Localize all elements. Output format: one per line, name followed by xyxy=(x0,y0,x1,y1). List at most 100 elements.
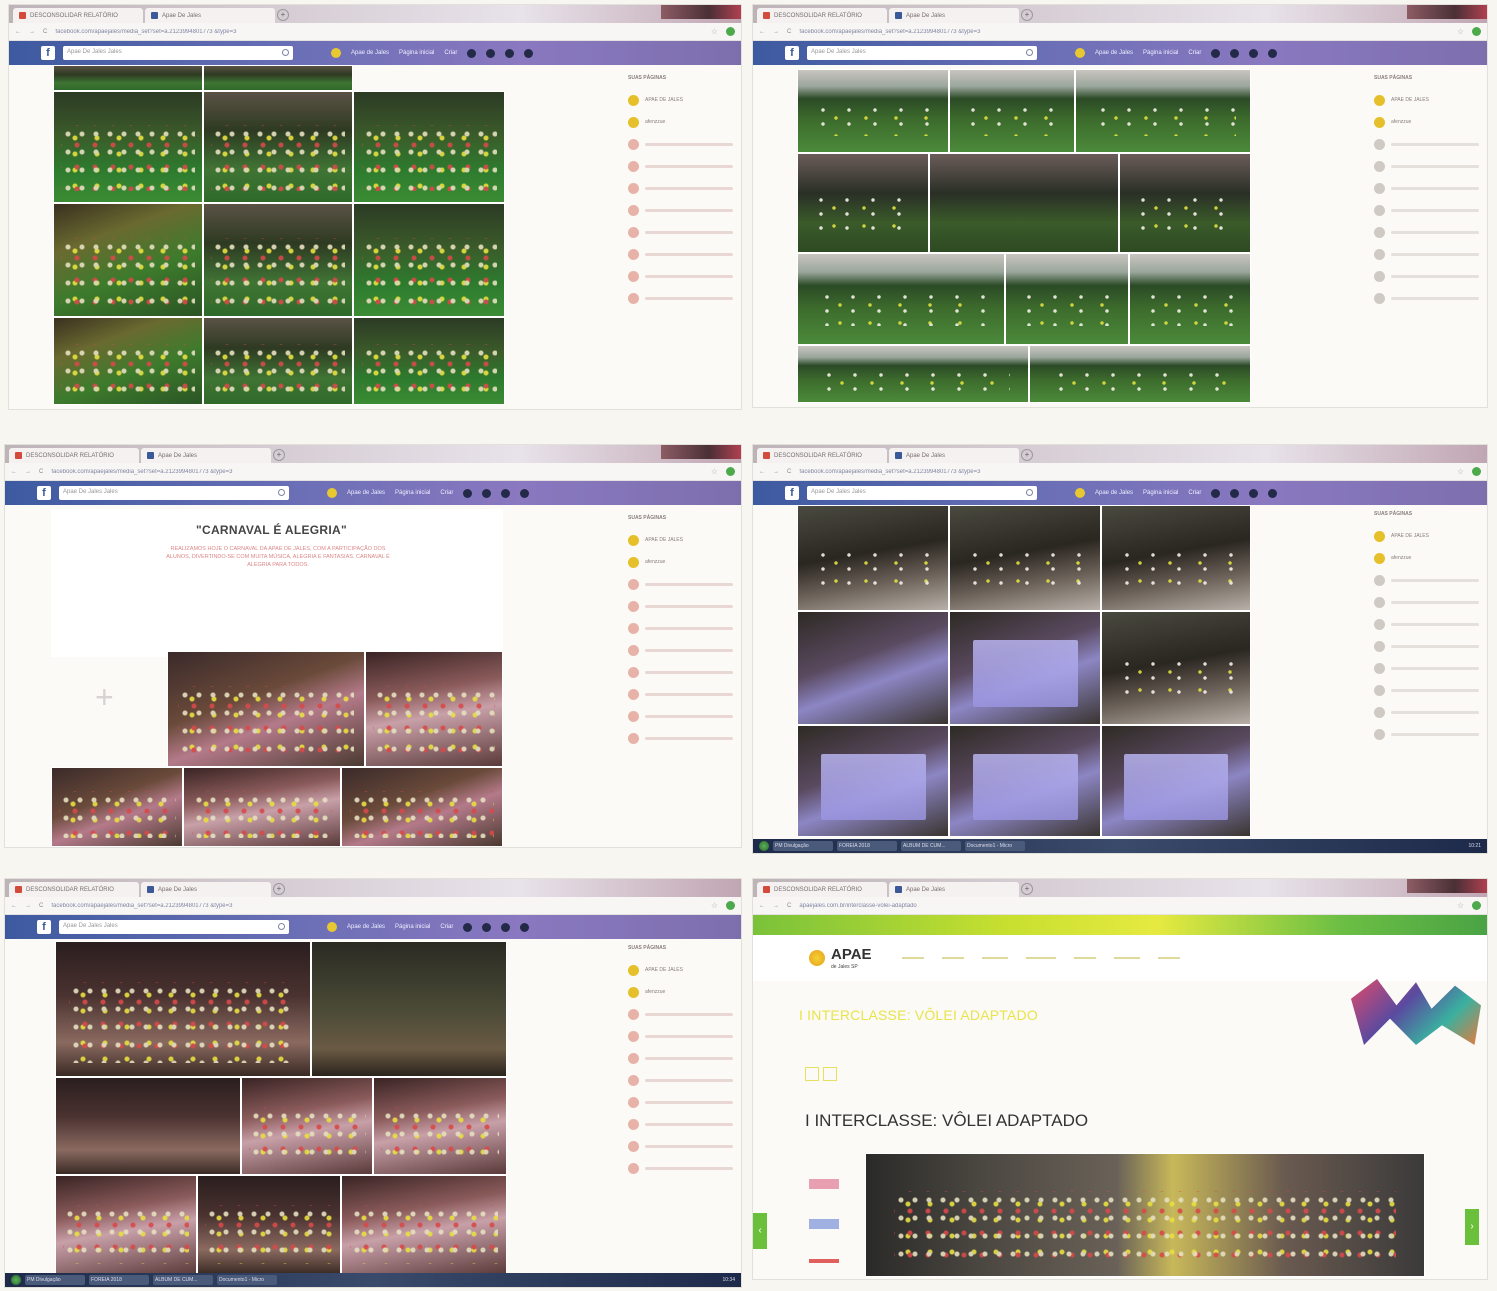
contact-item[interactable] xyxy=(1374,701,1479,723)
photo[interactable] xyxy=(1075,69,1251,153)
page-item[interactable]: afenzzue xyxy=(628,111,733,133)
photo[interactable] xyxy=(53,317,203,405)
window-controls[interactable] xyxy=(661,5,741,19)
photo[interactable] xyxy=(373,1077,507,1175)
page-item[interactable]: afenzzue xyxy=(1374,111,1479,133)
nav-profile[interactable]: Apae de Jales xyxy=(1095,50,1133,56)
facebook-logo-icon[interactable]: f xyxy=(37,486,51,500)
notifications-icon[interactable] xyxy=(505,48,515,58)
contact-item[interactable] xyxy=(628,1025,733,1047)
page-item[interactable]: afenzzue xyxy=(628,551,733,573)
photo[interactable] xyxy=(167,651,365,767)
photo[interactable] xyxy=(365,651,503,767)
help-icon[interactable] xyxy=(1268,48,1278,58)
avatar[interactable] xyxy=(327,922,337,932)
photo[interactable] xyxy=(55,1077,241,1175)
menu-item[interactable] xyxy=(1113,957,1140,959)
page-item[interactable]: APAE DE JALES xyxy=(1374,89,1479,111)
nav-create[interactable]: Criar xyxy=(444,50,457,56)
contact-item[interactable] xyxy=(628,133,733,155)
prev-arrow-icon[interactable]: ‹ xyxy=(753,1213,767,1249)
menu-item[interactable] xyxy=(981,957,1008,959)
contact-item[interactable] xyxy=(628,1047,733,1069)
facebook-share-icon[interactable] xyxy=(809,1179,839,1189)
photo[interactable] xyxy=(949,69,1075,153)
browser-tab[interactable]: Apae De Jales xyxy=(145,8,275,23)
taskbar-item[interactable]: FOREIA 2018 xyxy=(89,1275,149,1285)
photo[interactable] xyxy=(53,91,203,203)
browser-tab[interactable]: DESCONSOLIDAR RELATÓRIO xyxy=(757,882,887,897)
add-photo-icon[interactable]: + xyxy=(95,679,114,716)
contact-item[interactable] xyxy=(1374,591,1479,613)
avatar[interactable] xyxy=(1075,48,1085,58)
page-item[interactable]: APAE DE JALES xyxy=(628,529,733,551)
new-tab-button[interactable]: + xyxy=(273,883,285,895)
page-item[interactable]: afenzzue xyxy=(1374,547,1479,569)
photo[interactable] xyxy=(797,345,1029,403)
star-icon[interactable]: ☆ xyxy=(711,467,718,476)
photo[interactable] xyxy=(353,317,505,405)
photo[interactable] xyxy=(1101,611,1251,725)
page-item[interactable]: APAE DE JALES xyxy=(628,959,733,981)
address-bar[interactable]: ← → C facebook.com/apaejales/media_set?set… xyxy=(9,23,741,41)
friends-icon[interactable] xyxy=(463,922,473,932)
nav-home[interactable]: Página inicial xyxy=(1143,50,1178,56)
extension-icon[interactable] xyxy=(1472,901,1481,910)
help-icon[interactable] xyxy=(1268,488,1278,498)
messenger-icon[interactable] xyxy=(482,922,492,932)
reload-icon[interactable]: C xyxy=(39,903,43,909)
menu-item[interactable] xyxy=(1025,957,1056,959)
reload-icon[interactable]: C xyxy=(39,469,43,475)
nav-profile[interactable]: Apae de Jales xyxy=(1095,490,1133,496)
nav-home[interactable]: Página inicial xyxy=(1143,490,1178,496)
star-icon[interactable]: ☆ xyxy=(711,27,718,36)
new-tab-button[interactable]: + xyxy=(1021,883,1033,895)
forward-icon[interactable]: → xyxy=(773,903,779,909)
photo[interactable] xyxy=(1101,725,1251,837)
contact-item[interactable] xyxy=(628,573,733,595)
contact-item[interactable] xyxy=(628,595,733,617)
photo[interactable] xyxy=(353,203,505,317)
photo[interactable] xyxy=(1129,253,1251,345)
contact-item[interactable] xyxy=(628,177,733,199)
share-icon[interactable] xyxy=(809,1259,839,1263)
nav-home[interactable]: Página inicial xyxy=(395,924,430,930)
friends-icon[interactable] xyxy=(1211,488,1221,498)
photo[interactable] xyxy=(353,91,505,203)
photo[interactable] xyxy=(797,153,929,253)
browser-tab[interactable]: DESCONSOLIDAR RELATÓRIO xyxy=(757,8,887,23)
help-icon[interactable] xyxy=(520,488,530,498)
extension-icon[interactable] xyxy=(726,467,735,476)
address-bar[interactable]: ← → C facebook.com/apaejales/media_set?set… xyxy=(5,463,741,481)
browser-tab[interactable]: DESCONSOLIDAR RELATÓRIO xyxy=(9,448,139,463)
address-bar[interactable]: ← → C apaejales.com.br/interclasse-volei-a… xyxy=(753,897,1487,915)
avatar[interactable] xyxy=(327,488,337,498)
contact-item[interactable] xyxy=(628,639,733,661)
url-text[interactable]: facebook.com/apaejales/media_set?set=a.2… xyxy=(799,29,1448,35)
share-icon[interactable] xyxy=(823,1067,837,1081)
facebook-logo-icon[interactable]: f xyxy=(41,46,55,60)
nav-profile[interactable]: Apae de Jales xyxy=(351,50,389,56)
nav-home[interactable]: Página inicial xyxy=(395,490,430,496)
nav-create[interactable]: Criar xyxy=(1188,490,1201,496)
address-bar[interactable]: ← → C facebook.com/apaejales/media_set?set… xyxy=(753,463,1487,481)
notifications-icon[interactable] xyxy=(501,922,511,932)
contact-item[interactable] xyxy=(1374,155,1479,177)
extension-icon[interactable] xyxy=(1472,467,1481,476)
contact-item[interactable] xyxy=(628,1157,733,1179)
share-icon[interactable] xyxy=(805,1067,819,1081)
search-input[interactable]: Apae De Jales Jales xyxy=(807,486,1037,500)
friends-icon[interactable] xyxy=(463,488,473,498)
url-text[interactable]: facebook.com/apaejales/media_set?set=a.2… xyxy=(51,903,702,909)
taskbar-item[interactable]: FOREIA 2018 xyxy=(837,841,897,851)
nav-home[interactable]: Página inicial xyxy=(399,50,434,56)
browser-tab[interactable]: DESCONSOLIDAR RELATÓRIO xyxy=(757,448,887,463)
url-text[interactable]: facebook.com/apaejales/media_set?set=a.2… xyxy=(799,469,1448,475)
facebook-logo-icon[interactable]: f xyxy=(785,486,799,500)
notifications-icon[interactable] xyxy=(501,488,511,498)
start-button-icon[interactable] xyxy=(759,841,769,851)
photo[interactable] xyxy=(1005,253,1129,345)
taskbar-item[interactable]: Documento1 - Micro xyxy=(965,841,1025,851)
star-icon[interactable]: ☆ xyxy=(1457,27,1464,36)
new-tab-button[interactable]: + xyxy=(1021,9,1033,21)
